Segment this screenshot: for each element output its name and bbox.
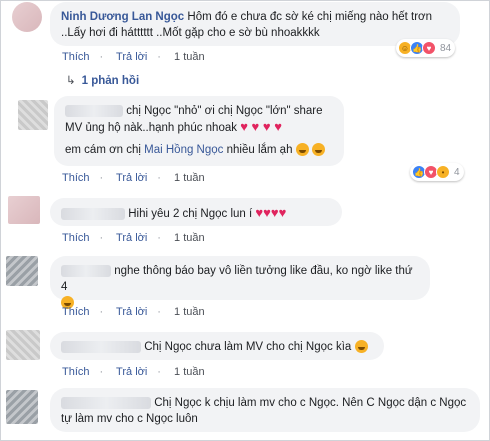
comment-actions: Thích · Trả lời · 1 tuần (62, 232, 205, 244)
avatar[interactable] (12, 2, 42, 32)
comment-bubble: Chị Ngọc k chịu làm mv cho c Ngọc. Nên C… (50, 388, 480, 432)
comment-text: Hihi yêu 2 chị Ngọc lun í (128, 208, 253, 220)
replies-link[interactable]: ↳ 1 phản hồi (66, 73, 139, 87)
avatar[interactable] (8, 196, 40, 224)
avatar[interactable] (6, 390, 38, 424)
smile-emoji (311, 143, 325, 157)
comment-bubble: nghe thông báo bay vô liền tưởng like đầ… (50, 256, 430, 310)
avatar[interactable] (6, 330, 40, 360)
heart-emoji: ♥ ♥ ♥ ♥ (240, 119, 282, 134)
reply-button[interactable]: Trả lời (116, 172, 147, 184)
comment-text: nhiều lắm ạh (226, 144, 293, 156)
timestamp[interactable]: 1 tuần (174, 366, 205, 378)
comment-actions: Thích · Trả lời · 1 tuần (62, 306, 205, 318)
laughing-emoji (354, 340, 368, 354)
reaction-count: 4 (454, 166, 460, 178)
reaction-summary[interactable]: 👍 ♥ • 4 (410, 163, 464, 181)
blurred-name (61, 207, 125, 220)
love-icon: ♥ (422, 41, 436, 55)
reply-arrow-icon: ↳ (66, 75, 76, 87)
comment-bubble: Ninh Dương Lan Ngọc Hôm đó e chưa đc sờ … (50, 2, 460, 46)
like-button[interactable]: Thích (62, 172, 90, 184)
comment-text: nghe thông báo bay vô liền tưởng like đầ… (61, 265, 413, 293)
comment-bubble: chị Ngọc "nhỏ" ơi chị Ngọc "lớn" share M… (54, 96, 344, 166)
like-button[interactable]: Thích (62, 232, 90, 244)
comment-actions: Thích · Trả lời · 1 tuần (62, 366, 205, 378)
reaction-count: 84 (440, 42, 452, 54)
reply-button[interactable]: Trả lời (116, 366, 147, 378)
blurred-name (61, 340, 141, 353)
timestamp[interactable]: 1 tuần (174, 51, 205, 63)
reply-button[interactable]: Trả lời (116, 306, 147, 318)
like-button[interactable]: Thích (62, 366, 90, 378)
blurred-name (65, 104, 123, 117)
blurred-name (61, 396, 151, 409)
like-button[interactable]: Thích (62, 51, 90, 63)
comment-text: Chị Ngọc chưa làm MV cho chị Ngọc kìa (144, 341, 352, 353)
comment-actions: Thích · Trả lời · 1 tuần (62, 51, 205, 63)
reply-button[interactable]: Trả lời (116, 232, 147, 244)
comment-actions: Thích · Trả lời · 1 tuần (62, 172, 205, 184)
timestamp[interactable]: 1 tuần (174, 306, 205, 318)
comment-bubble: Hihi yêu 2 chị Ngọc lun í ♥♥♥♥ (50, 198, 342, 226)
avatar[interactable] (6, 256, 38, 286)
smile-emoji (295, 143, 309, 157)
wow-icon: • (436, 165, 450, 179)
comment-author[interactable]: Ninh Dương Lan Ngọc (61, 11, 184, 23)
reaction-summary[interactable]: ☺ 👍 ♥ 84 (396, 39, 456, 57)
like-button[interactable]: Thích (62, 306, 90, 318)
timestamp[interactable]: 1 tuần (174, 232, 205, 244)
avatar[interactable] (18, 100, 48, 130)
mention-tag[interactable]: Mai Hồng Ngọc (144, 144, 223, 156)
timestamp[interactable]: 1 tuần (174, 172, 205, 184)
blurred-name (61, 264, 111, 277)
comment-bubble: Chị Ngọc chưa làm MV cho chị Ngọc kìa (50, 332, 384, 360)
heart-emoji: ♥♥♥♥ (255, 205, 287, 220)
comment-text: em cám ơn chị (65, 144, 141, 156)
reply-button[interactable]: Trả lời (116, 51, 147, 63)
